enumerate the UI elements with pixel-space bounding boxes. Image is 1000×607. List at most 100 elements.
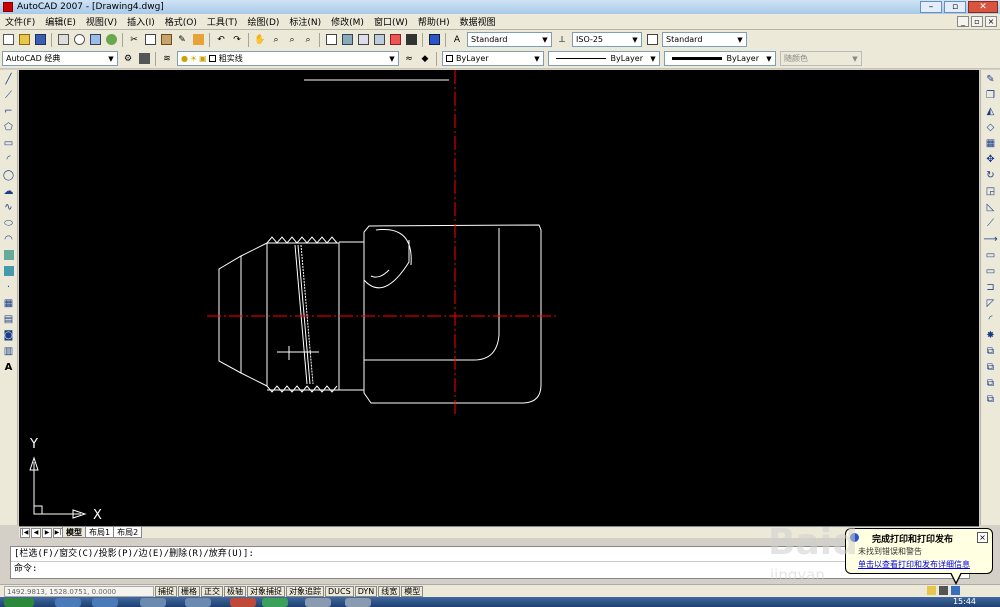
text-style-select[interactable]: Standard ▼ [467,32,552,47]
properties-icon[interactable] [324,33,338,47]
region-icon[interactable]: ◙ [2,328,16,342]
polyline-icon[interactable]: ⌐ [2,104,16,118]
taskbar-wechat-icon[interactable] [262,598,288,607]
hatch-icon[interactable]: ▦ [2,296,16,310]
doc-minimize-button[interactable]: _ [957,16,969,27]
menu-data-view[interactable]: 数据视图 [455,15,501,28]
table-icon[interactable]: ▥ [2,344,16,358]
zoom-window-icon[interactable]: ⌕ [285,33,299,47]
publish-icon[interactable] [88,33,102,47]
taskbar-app-icon[interactable] [345,598,371,607]
workspace-save-icon[interactable] [137,52,151,66]
move-icon[interactable]: ✥ [984,152,998,166]
taskbar-app-icon[interactable] [305,598,331,607]
dim-style-select[interactable]: ISO-25 ▼ [572,32,642,47]
break-icon[interactable]: ▭ [984,264,998,278]
text-style-icon[interactable]: A [450,33,464,47]
menu-view[interactable]: 视图(V) [81,15,122,28]
menu-dimension[interactable]: 标注(N) [284,15,326,28]
taskbar-autocad-icon[interactable] [230,598,256,607]
redo-icon[interactable]: ↷ [230,33,244,47]
calculator-icon[interactable] [404,33,418,47]
gradient-icon[interactable]: ▤ [2,312,16,326]
3d-dwf-icon[interactable] [104,33,118,47]
tab-layout2[interactable]: 布局2 [113,527,143,538]
ducs-toggle[interactable]: DUCS [325,585,354,597]
dim-style-icon[interactable]: ⟂ [555,33,569,47]
taskbar-browser-icon[interactable] [92,598,118,607]
taskbar-explorer-icon[interactable] [140,598,166,607]
tab-model[interactable]: 模型 [62,527,86,538]
make-block-icon[interactable] [2,264,16,278]
close-button[interactable]: ✕ [968,1,998,13]
autocad-app-icon[interactable] [3,2,13,12]
ortho-toggle[interactable]: 正交 [201,585,223,597]
tab-prev-icon[interactable]: ◀ [31,527,41,538]
taskbar-app-icon[interactable] [185,598,211,607]
lock-icon[interactable] [927,586,936,595]
balloon-details-link[interactable]: 单击以查看打印和发布详细信息 [858,559,970,570]
block-editor-icon[interactable] [191,33,205,47]
help-icon[interactable] [427,33,441,47]
open-file-icon[interactable] [17,33,31,47]
model-toggle[interactable]: 模型 [401,585,424,597]
plot-notification-balloon[interactable]: 完成打印和打印发布 未找到错误和警告 单击以查看打印和发布详细信息 × [845,528,993,585]
polygon-icon[interactable]: ⬠ [2,120,16,134]
construction-line-icon[interactable]: ⟋ [2,88,16,102]
minimize-button[interactable]: – [920,1,942,13]
lineweight-select[interactable]: ByLayer ▼ [664,51,776,66]
dyn-toggle[interactable]: DYN [354,585,378,597]
line-icon[interactable]: ╱ [2,72,16,86]
maximize-button[interactable]: ▫ [944,1,966,13]
save-icon[interactable] [33,33,47,47]
close-icon[interactable]: × [977,532,988,543]
explode-icon[interactable]: ✸ [984,328,998,342]
paste-icon[interactable] [159,33,173,47]
menu-insert[interactable]: 插入(I) [122,15,160,28]
tab-next-icon[interactable]: ▶ [42,527,52,538]
offset-icon[interactable]: ◇ [984,120,998,134]
break-at-point-icon[interactable]: ▭ [984,248,998,262]
layer-select[interactable]: ● ☀ ▣ 粗实线 ▼ [177,51,399,66]
fillet-icon[interactable]: ◜ [984,312,998,326]
match-properties-icon[interactable]: ✎ [175,33,189,47]
array-icon[interactable]: ▦ [984,136,998,150]
workspace-select[interactable]: AutoCAD 经典 ▼ [2,51,118,66]
circle-icon[interactable]: ◯ [2,168,16,182]
tab-first-icon[interactable]: |◀ [20,527,30,538]
layer-properties-icon[interactable]: ≋ [160,52,174,66]
command-window[interactable]: [栏选(F)/窗交(C)/投影(P)/边(E)/删除(R)/放弃(U)]: 命令… [10,546,970,579]
snap-toggle[interactable]: 捕捉 [155,585,177,597]
layer-previous-icon[interactable]: ◆ [418,52,432,66]
menu-draw[interactable]: 绘图(D) [242,15,284,28]
tool-palettes-icon[interactable] [356,33,370,47]
menu-modify[interactable]: 修改(M) [326,15,369,28]
erase-icon[interactable]: ✎ [984,72,998,86]
chamfer-icon[interactable]: ◸ [984,296,998,310]
text-front-icon[interactable]: ⧉ [984,392,998,406]
taskbar-ie-icon[interactable] [55,598,81,607]
table-style-icon[interactable] [645,33,659,47]
point-icon[interactable]: · [2,280,16,294]
command-prompt[interactable]: 命令: [11,561,969,575]
polar-toggle[interactable]: 极轴 [224,585,246,597]
arc-icon[interactable]: ◜ [2,152,16,166]
extend-icon[interactable]: ⟶ [983,232,997,246]
otrack-toggle[interactable]: 对象追踪 [286,585,324,597]
stretch-icon[interactable]: ◺ [984,200,998,214]
spline-icon[interactable]: ∿ [2,200,16,214]
table-style-select[interactable]: Standard ▼ [662,32,747,47]
doc-restore-button[interactable]: ▫ [971,16,983,27]
tab-layout1[interactable]: 布局1 [85,527,115,538]
cut-icon[interactable]: ✂ [127,33,141,47]
multiline-text-icon[interactable]: A [2,360,16,374]
insert-block-icon[interactable] [2,248,16,262]
ellipse-icon[interactable]: ⬭ [2,216,16,230]
menu-format[interactable]: 格式(O) [160,15,202,28]
doc-close-button[interactable]: × [985,16,997,27]
linetype-select[interactable]: ByLayer ▼ [548,51,660,66]
mirror-icon[interactable]: ◭ [984,104,998,118]
bring-front-icon[interactable]: ⧉ [984,360,998,374]
printer-icon[interactable] [939,586,948,595]
sheet-set-icon[interactable] [372,33,386,47]
